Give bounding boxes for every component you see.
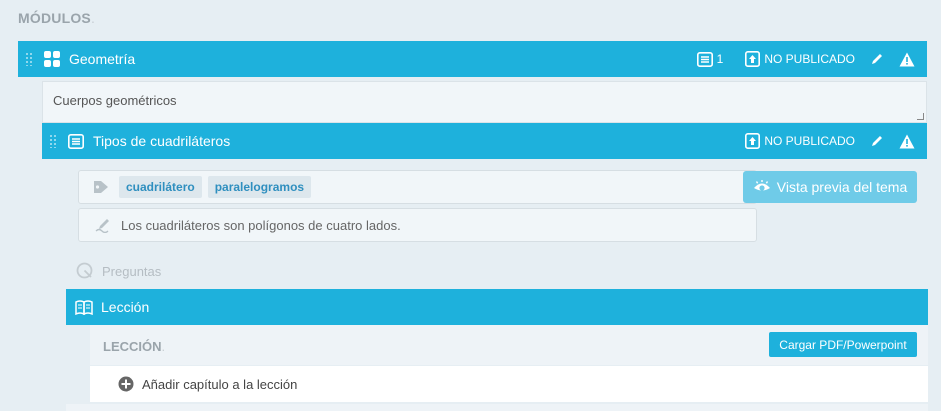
section-title-text: MÓDULOS — [18, 10, 91, 26]
plus-circle-icon — [118, 376, 134, 392]
lesson-panel-title-text: LECCIÓN — [103, 339, 162, 354]
module-header[interactable]: Geometría 1 NO PUBLICADO — [18, 41, 927, 77]
warning-icon[interactable] — [899, 133, 915, 149]
lesson-bar-label[interactable]: Lección — [101, 299, 149, 315]
module-description-field[interactable]: Cuerpos geométricos — [42, 81, 927, 123]
book-icon — [75, 298, 93, 316]
publish-status-label: NO PUBLICADO — [764, 134, 855, 148]
topic-title[interactable]: Tipos de cuadriláteros — [93, 133, 230, 149]
questions-section[interactable]: Preguntas — [76, 262, 161, 280]
pencil-icon[interactable] — [869, 51, 885, 67]
topic-summary-text: Los cuadriláteros son polígonos de cuatr… — [121, 217, 401, 233]
drag-handle-icon[interactable] — [49, 134, 57, 148]
topics-count: 1 — [696, 51, 724, 67]
tag-icon — [94, 181, 108, 193]
tag-chip[interactable]: paralelogramos — [207, 176, 312, 198]
publish-status[interactable]: NO PUBLICADO — [745, 51, 855, 67]
questions-icon — [76, 262, 93, 279]
topic-header[interactable]: Tipos de cuadriláteros NO PUBLICADO — [42, 123, 927, 159]
add-chapter-label: Añadir capítulo a la lección — [142, 376, 298, 392]
list-icon — [696, 51, 713, 67]
panel-bottom — [66, 404, 928, 411]
drag-handle-icon[interactable] — [25, 52, 33, 66]
lesson-panel-title: LECCIÓN. — [103, 339, 166, 354]
eye-icon — [753, 180, 770, 191]
edit-note-icon — [95, 219, 109, 233]
resize-handle-icon[interactable] — [917, 113, 924, 120]
tag-chip[interactable]: cuadrilátero — [119, 176, 202, 198]
section-title: MÓDULOS. — [18, 10, 96, 26]
publish-icon — [745, 133, 761, 149]
warning-icon[interactable] — [899, 51, 915, 67]
pencil-icon[interactable] — [869, 133, 885, 149]
publish-status[interactable]: NO PUBLICADO — [745, 133, 855, 149]
upload-pdf-button[interactable]: Cargar PDF/Powerpoint — [769, 332, 917, 357]
topics-count-value: 1 — [716, 52, 724, 66]
module-description-text: Cuerpos geométricos — [53, 93, 177, 108]
topic-preview-label: Vista previa del tema — [776, 179, 908, 195]
add-chapter-button[interactable]: Añadir capítulo a la lección — [90, 366, 928, 402]
lesson-header[interactable]: Lección — [66, 289, 928, 325]
grid-icon — [43, 50, 61, 68]
publish-status-label: NO PUBLICADO — [764, 52, 855, 66]
module-title[interactable]: Geometría — [69, 51, 135, 67]
tags-field[interactable]: cuadrilátero paralelogramos — [78, 170, 757, 204]
publish-icon — [745, 51, 761, 67]
topic-summary-field[interactable]: Los cuadriláteros son polígonos de cuatr… — [78, 208, 757, 242]
lesson-panel: LECCIÓN. Cargar PDF/Powerpoint — [90, 325, 928, 365]
list-icon — [67, 132, 85, 150]
questions-label: Preguntas — [102, 263, 162, 279]
topic-preview-button[interactable]: Vista previa del tema — [743, 171, 917, 203]
